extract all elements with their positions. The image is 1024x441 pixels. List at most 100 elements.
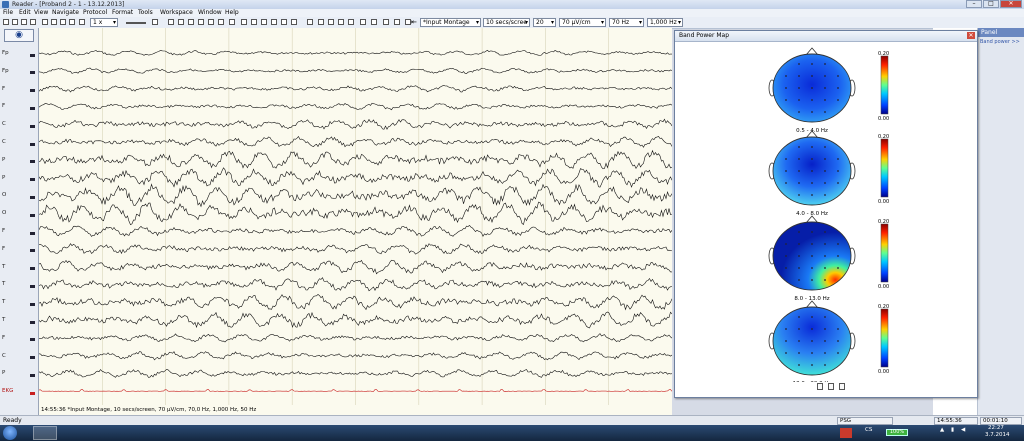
- copy-icon[interactable]: [208, 19, 214, 25]
- menu-window[interactable]: Window: [198, 9, 222, 17]
- band-power-close-button[interactable]: ✕: [967, 32, 975, 39]
- electrode-dot: [824, 328, 826, 330]
- timebase-select[interactable]: 10 secs/scree: [483, 18, 530, 27]
- filter-icon[interactable]: [229, 19, 235, 25]
- slider-icon[interactable]: [126, 22, 146, 24]
- marker-icon[interactable]: [168, 19, 174, 25]
- annotation-icon[interactable]: [281, 19, 287, 25]
- select-range-icon[interactable]: [261, 19, 267, 25]
- highlight-icon[interactable]: [291, 19, 297, 25]
- next-page-icon[interactable]: [60, 19, 66, 25]
- channel-label[interactable]: C: [2, 139, 6, 145]
- montage-icon[interactable]: [318, 19, 324, 25]
- menu-format[interactable]: Format: [112, 9, 133, 17]
- channel-label[interactable]: C: [2, 353, 6, 359]
- menu-tools[interactable]: Tools: [138, 9, 153, 17]
- channel-label[interactable]: F: [2, 86, 5, 92]
- zoom-select[interactable]: 1 x: [90, 18, 118, 27]
- network-icon[interactable]: ▮: [951, 427, 954, 433]
- select-rect-icon[interactable]: [251, 19, 257, 25]
- channel-icon[interactable]: [328, 19, 334, 25]
- video-icon[interactable]: [383, 19, 389, 25]
- save-icon[interactable]: [21, 19, 27, 25]
- volume-icon[interactable]: ◀: [961, 427, 965, 433]
- report-icon[interactable]: [360, 19, 366, 25]
- tray-app-icon[interactable]: [840, 428, 852, 438]
- montage-select[interactable]: *Input Montage: [420, 18, 481, 27]
- photo-icon[interactable]: [394, 19, 400, 25]
- maximize-button[interactable]: □: [983, 0, 999, 8]
- note-icon[interactable]: [188, 19, 194, 25]
- prev-page-icon[interactable]: [51, 19, 57, 25]
- channel-marker: [30, 356, 35, 360]
- spike-icon[interactable]: [338, 19, 344, 25]
- menu-view[interactable]: View: [34, 9, 48, 17]
- start-button[interactable]: [3, 426, 17, 440]
- channel-label[interactable]: F: [2, 103, 5, 109]
- channel-label[interactable]: T: [2, 299, 5, 305]
- menu-file[interactable]: File: [3, 9, 13, 17]
- page-icon[interactable]: [817, 383, 823, 390]
- electrode-dot: [785, 352, 787, 354]
- channel-label[interactable]: Fp: [2, 68, 9, 74]
- channel-label[interactable]: EKG: [2, 388, 13, 394]
- close-button[interactable]: ✕: [1000, 0, 1022, 8]
- band-power-link[interactable]: Band power >>: [980, 39, 1020, 45]
- list-icon[interactable]: [828, 383, 834, 390]
- cut-icon[interactable]: [198, 19, 204, 25]
- eeg-trace-area[interactable]: [38, 28, 673, 405]
- channel-marker: [30, 391, 35, 395]
- channel-label[interactable]: F: [2, 228, 5, 234]
- channel-label[interactable]: P: [2, 370, 5, 376]
- first-page-icon[interactable]: [42, 19, 48, 25]
- map-icon[interactable]: [348, 19, 354, 25]
- channel-label[interactable]: F: [2, 246, 5, 252]
- channel-label[interactable]: P: [2, 175, 5, 181]
- electrode-dot: [811, 243, 813, 245]
- clock-date[interactable]: 3.7.2014: [985, 432, 1010, 438]
- channel-label[interactable]: T: [2, 281, 5, 287]
- channel-label[interactable]: Fp: [2, 50, 9, 56]
- menu-navigate[interactable]: Navigate: [52, 9, 79, 17]
- sensitivity-select[interactable]: 70 µV/cm: [559, 18, 606, 27]
- menu-protocol[interactable]: Protocol: [83, 9, 107, 17]
- channel-label[interactable]: C: [2, 121, 6, 127]
- pointer-icon[interactable]: [241, 19, 247, 25]
- play-icon[interactable]: [79, 19, 85, 25]
- channels-select[interactable]: 20: [533, 18, 556, 27]
- menu-edit[interactable]: Edit: [19, 9, 31, 17]
- new-icon[interactable]: [3, 19, 9, 25]
- last-page-icon[interactable]: [69, 19, 75, 25]
- channel-label[interactable]: T: [2, 264, 5, 270]
- taskbar-app-reader[interactable]: [33, 426, 57, 440]
- language-indicator[interactable]: CS: [865, 427, 872, 433]
- undo-icon[interactable]: [218, 19, 224, 25]
- channel-marker: [30, 231, 35, 235]
- channel-label[interactable]: F: [2, 335, 5, 341]
- menu-help[interactable]: Help: [225, 9, 239, 17]
- open-icon[interactable]: [12, 19, 18, 25]
- channel-panel: ◉ Fp Fp F F C C P P O O F F T T T T F C P EKG: [0, 28, 39, 415]
- clock-time[interactable]: 22:27: [988, 425, 1004, 431]
- battery-indicator[interactable]: 100%: [886, 429, 908, 436]
- arrow-icon[interactable]: ⇤: [411, 19, 417, 26]
- samplerate-select[interactable]: 1,000 Hz: [647, 18, 683, 27]
- print-icon[interactable]: [839, 383, 845, 390]
- channel-label[interactable]: O: [2, 210, 6, 216]
- menu-workspace[interactable]: Workspace: [160, 9, 193, 17]
- minimize-button[interactable]: –: [966, 0, 982, 8]
- music-note-icon[interactable]: [152, 19, 158, 25]
- taskbar: CS 100% ▲ ▮ ◀ 22:27 3.7.2014: [0, 425, 1024, 441]
- event-icon[interactable]: [178, 19, 184, 25]
- lowpass-select[interactable]: 70 Hz: [609, 18, 644, 27]
- electrode-dot: [824, 111, 826, 113]
- view-toggle-button[interactable]: ◉: [4, 29, 34, 42]
- zoom-icon[interactable]: [307, 19, 313, 25]
- channel-label[interactable]: P: [2, 157, 5, 163]
- measure-icon[interactable]: [271, 19, 277, 25]
- print-icon[interactable]: [30, 19, 36, 25]
- tray-arrow-icon[interactable]: ▲: [940, 427, 944, 433]
- channel-label[interactable]: O: [2, 192, 6, 198]
- channel-label[interactable]: T: [2, 317, 5, 323]
- grid-icon[interactable]: [371, 19, 377, 25]
